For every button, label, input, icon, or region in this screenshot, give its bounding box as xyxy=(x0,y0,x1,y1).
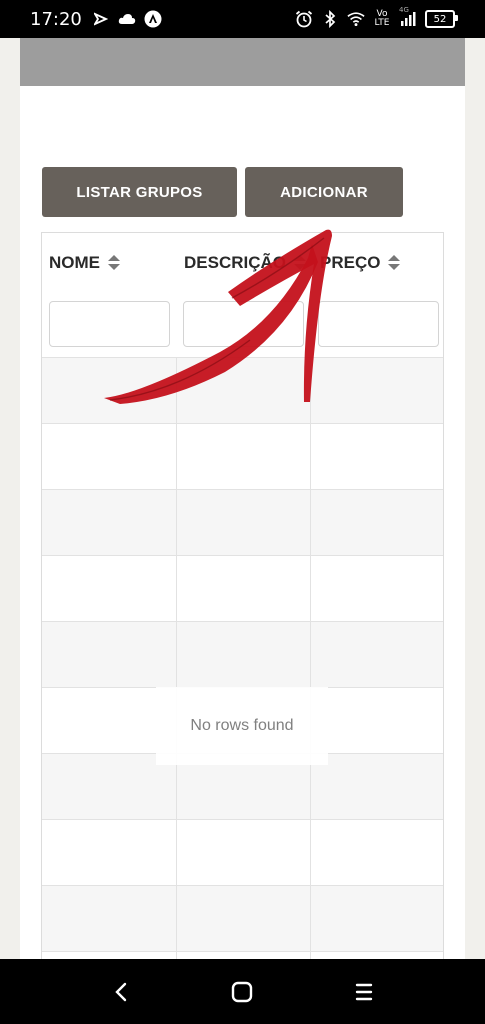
table-row xyxy=(42,885,443,951)
navigation-bar xyxy=(0,959,485,1024)
bluetooth-icon xyxy=(321,10,339,28)
network-type: 4G xyxy=(399,6,409,14)
no-rows-message: No rows found xyxy=(156,687,328,765)
alarm-icon xyxy=(295,10,313,28)
table-row xyxy=(42,951,443,959)
cloud-icon xyxy=(118,10,136,28)
list-groups-button[interactable]: LISTAR GRUPOS xyxy=(42,167,237,217)
table-body xyxy=(42,357,443,959)
add-button[interactable]: ADICIONAR xyxy=(245,167,403,217)
back-icon[interactable] xyxy=(108,979,134,1005)
table-row xyxy=(42,819,443,885)
table-row xyxy=(42,423,443,489)
status-bar: 17:20 Vo LTE 4G 52 xyxy=(0,0,485,38)
recents-icon[interactable] xyxy=(351,979,377,1005)
sort-icon[interactable] xyxy=(388,255,401,271)
table-row xyxy=(42,555,443,621)
table-row xyxy=(42,621,443,687)
volte-icon: Vo LTE xyxy=(374,9,390,28)
battery-indicator: 52 xyxy=(425,10,458,28)
status-time: 17:20 xyxy=(30,8,82,30)
wifi-icon xyxy=(347,10,365,28)
page-header-bar xyxy=(20,38,465,86)
navigation-icon xyxy=(92,10,110,28)
column-header-label: NOME xyxy=(49,253,100,272)
table-row xyxy=(42,489,443,555)
home-icon[interactable] xyxy=(229,979,255,1005)
annotation-arrow-icon xyxy=(104,229,332,404)
signal-icon: 4G xyxy=(399,6,417,28)
app-notification-icon xyxy=(144,10,162,28)
page-card: LISTAR GRUPOS ADICIONAR NOME DESCRIÇÃO P… xyxy=(20,38,465,959)
